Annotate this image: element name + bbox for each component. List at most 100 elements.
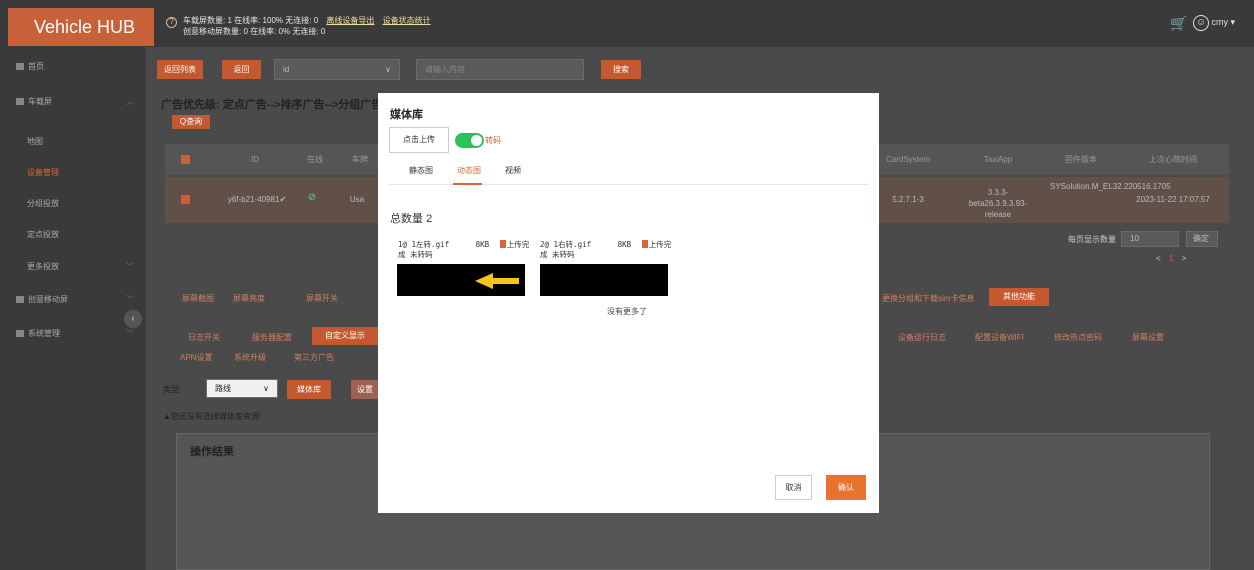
stats-line2: 创意移动屏数量: 0 在线率: 0% 无连接: 0: [183, 27, 326, 36]
screen-settings-button[interactable]: 屏幕设置: [1132, 332, 1164, 343]
chevron-down-icon: ﹀: [126, 262, 134, 271]
home-icon: [16, 63, 24, 71]
tab-screen-switch[interactable]: 屏幕开关: [306, 293, 338, 304]
server-config-button[interactable]: 服务器配置: [252, 332, 292, 343]
hotspot-password-button[interactable]: 修改热点密码: [1054, 332, 1102, 343]
sidebar-item-home[interactable]: 首页: [0, 52, 146, 82]
user-name: cmy: [1211, 17, 1229, 27]
sidebar-item-label: 首页: [28, 62, 44, 71]
active-tab-indicator: [453, 183, 482, 185]
sidebar-item-vehicle-screen[interactable]: 车载屏 ︿: [0, 87, 146, 117]
back-to-list-button[interactable]: 返回列表: [157, 60, 203, 79]
system-upgrade-button[interactable]: 系统升级: [234, 352, 266, 363]
media-item-status: 上传完: [648, 240, 672, 249]
export-offline-link[interactable]: 离线设备导出: [326, 16, 374, 25]
sidebar-item-label: 地图: [27, 137, 43, 146]
per-page-label: 每页显示数量: [1068, 235, 1116, 244]
col-id: ID: [251, 155, 259, 164]
tab-change-group[interactable]: 更换分组和下载sim卡信息: [882, 293, 974, 304]
prev-page-icon[interactable]: <: [1156, 254, 1161, 263]
result-title: 操作结果: [190, 446, 234, 458]
sidebar-item-creative-screen[interactable]: 创意移动屏 ﹀: [0, 285, 146, 315]
cell-card-system: 5.2.7.1-3: [892, 195, 924, 204]
dialog-title: 媒体库: [390, 109, 423, 121]
device-log-button[interactable]: 设备运行日志: [898, 332, 946, 343]
chevron-down-icon: ∨: [385, 65, 391, 74]
row-checkbox[interactable]: [181, 195, 190, 204]
file-icon: [499, 240, 506, 248]
tab-brightness[interactable]: 屏幕亮度: [233, 293, 265, 304]
collapse-sidebar-button[interactable]: ‹: [124, 310, 142, 328]
brand-logo[interactable]: Vehicle HUB: [8, 8, 154, 46]
cart-icon[interactable]: 🛒: [1170, 16, 1187, 30]
current-page[interactable]: 1: [1169, 254, 1173, 263]
media-item-status: 上传完: [506, 240, 530, 249]
media-item-name: 1@ 1左转.gif: [398, 240, 450, 249]
file-icon: [641, 240, 648, 248]
type-select-value: 路线: [215, 384, 231, 393]
sidebar-item-label: 定点投放: [27, 230, 59, 239]
cell-plate: Usa: [349, 195, 365, 204]
per-page-input[interactable]: 10: [1121, 231, 1179, 247]
custom-display-button[interactable]: 自定义显示: [312, 327, 378, 345]
select-all-checkbox[interactable]: [181, 155, 190, 164]
car-icon: [16, 98, 24, 106]
transcode-label: 转码: [485, 136, 501, 145]
no-more-text: 没有更多了: [607, 307, 647, 316]
tab-static-image[interactable]: 静态图: [409, 165, 433, 176]
media-item-size: 8KB: [617, 240, 632, 249]
field-select[interactable]: id ∨: [274, 59, 400, 80]
set-button[interactable]: 设置: [351, 380, 379, 399]
sidebar-item-system-management[interactable]: 系统管理 ﹀: [0, 319, 146, 349]
media-item-thumbnail[interactable]: [397, 264, 525, 296]
chevron-down-icon: ∨: [263, 384, 269, 393]
cancel-button[interactable]: 取消: [775, 475, 812, 500]
next-page-icon[interactable]: >: [1182, 254, 1187, 263]
device-stats: 车载屏数量: 1 在线率: 100% 无连接: 0 离线设备导出 设备状态统计 …: [183, 15, 431, 37]
device-status-link[interactable]: 设备状态统计: [383, 16, 431, 25]
sidebar-item-group-delivery[interactable]: 分组投放: [0, 189, 146, 219]
sidebar-item-label: 更多投放: [27, 262, 59, 271]
sidebar-item-device-management[interactable]: 设备管理: [0, 158, 146, 188]
col-firmware: 固件版本: [1065, 155, 1097, 164]
wifi-config-button[interactable]: 配置设备WIFI: [975, 332, 1024, 343]
log-switch-button[interactable]: 日志开关: [188, 332, 220, 343]
search-button[interactable]: 搜索: [601, 60, 641, 79]
cell-heartbeat: 2023-11-22 17:07:57: [1136, 195, 1210, 204]
tab-animated-image[interactable]: 动态图: [457, 165, 481, 176]
apn-settings-button[interactable]: APN设置: [180, 352, 212, 363]
col-online: 在线: [307, 155, 323, 164]
settings-icon: [16, 330, 24, 338]
col-heartbeat: 上次心跳时间: [1149, 155, 1197, 164]
confirm-button[interactable]: 确认: [826, 475, 866, 500]
media-item-transcode: 成 未转码: [398, 250, 433, 259]
col-card-system: CardSystem: [885, 155, 930, 164]
transcode-toggle[interactable]: [455, 133, 484, 148]
sidebar-item-fixed-delivery[interactable]: 定点投放: [0, 220, 146, 250]
media-item-info: 1@ 1左转.gif 8KB 上传完 成 未转码: [398, 240, 529, 260]
search-input[interactable]: 请输入内容: [416, 59, 584, 80]
media-item-thumbnail[interactable]: [540, 264, 668, 296]
sidebar-item-more-delivery[interactable]: 更多投放 ﹀: [0, 252, 146, 282]
help-icon[interactable]: ?: [166, 17, 177, 28]
warning-text: ▲您还没有选择媒体库资源!: [163, 412, 262, 421]
cell-id: y6f-b21-40981✔: [227, 195, 287, 204]
sidebar-item-map[interactable]: 地图: [0, 127, 146, 157]
media-item-size: 8KB: [475, 240, 490, 249]
back-button[interactable]: 返回: [222, 60, 261, 79]
app-window: Vehicle HUB ? 车载屏数量: 1 在线率: 100% 无连接: 0 …: [0, 0, 1254, 570]
user-menu[interactable]: ☺ cmy ▾: [1193, 13, 1235, 31]
type-select[interactable]: 路线 ∨: [206, 379, 278, 398]
pagination: < 1 >: [1156, 254, 1186, 263]
sidebar-item-label: 创意移动屏: [28, 295, 68, 304]
per-page-confirm-button[interactable]: 确定: [1186, 231, 1218, 247]
tab-video[interactable]: 视频: [505, 165, 521, 176]
cell-firmware: SYSolution.M_EL32.220516.1705: [1050, 182, 1171, 191]
query-tag[interactable]: Q查询: [172, 115, 210, 129]
tab-other-functions[interactable]: 其他功能: [989, 288, 1049, 306]
third-party-ad-button[interactable]: 第三方广告: [294, 352, 334, 363]
upload-button[interactable]: 点击上传: [389, 127, 449, 153]
media-library-button[interactable]: 媒体库: [287, 380, 331, 399]
tab-screenshot[interactable]: 屏幕截图: [182, 293, 214, 304]
sidebar-item-label: 系统管理: [28, 329, 60, 338]
